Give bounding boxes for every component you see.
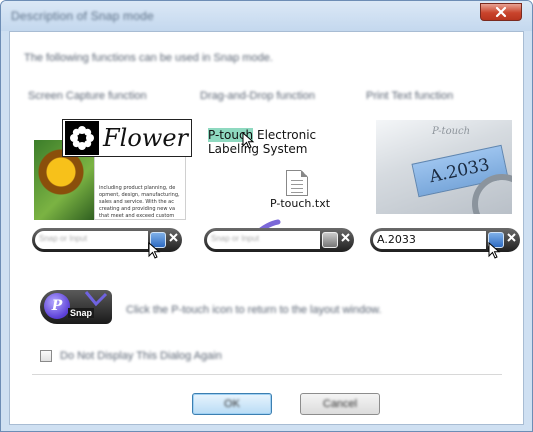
close-icon — [495, 6, 507, 18]
do-not-display-label: Do Not Display This Dialog Again — [60, 350, 222, 362]
snap-icon-label: Snap — [68, 308, 95, 318]
ok-button-label: OK — [224, 398, 240, 410]
cancel-button[interactable]: Cancel — [300, 393, 380, 415]
snap-mode-dialog: Description of Snap mode The following f… — [0, 0, 533, 432]
heading-screen-capture: Screen Capture function — [28, 90, 147, 102]
snap-input[interactable]: A.2033 — [373, 231, 486, 249]
divider — [32, 374, 502, 375]
close-icon[interactable] — [168, 232, 179, 243]
label-printer-photo: P-touch A.2033 — [376, 120, 512, 214]
doc-line: sales and service. With the ac — [99, 199, 174, 205]
flower-word: Flower — [103, 124, 188, 152]
close-button[interactable] — [480, 3, 522, 21]
do-not-display-checkbox[interactable] — [40, 350, 52, 362]
cancel-button-label: Cancel — [322, 398, 358, 410]
mouse-cursor-icon — [488, 242, 501, 259]
ok-button[interactable]: OK — [192, 393, 272, 415]
sample-line2: Labeling System — [208, 142, 308, 156]
title-bar[interactable]: Description of Snap mode — [1, 1, 532, 31]
heading-drag-and-drop: Drag-and-Drop function — [200, 90, 315, 102]
snap-input-value: A.2033 — [377, 233, 416, 246]
doc-line: creating and providing new va — [99, 206, 176, 212]
doc-line: opment, design, manufacturing, — [99, 192, 180, 198]
dragdrop-text-sample: P-touch Electronic Labeling System — [208, 128, 316, 156]
heading-print-text: Print Text function — [366, 90, 454, 102]
sample-line1-rest: Electronic — [253, 128, 317, 142]
snap-bar-dragdrop: Snap or Input — [204, 228, 354, 252]
print-button[interactable] — [322, 232, 338, 248]
intro-text: The following functions can be used in S… — [24, 52, 273, 64]
doc-line: that meet and exceed custom — [99, 213, 175, 219]
snap-input[interactable]: Snap or Input — [35, 231, 148, 249]
ptouch-p-icon: P — [44, 293, 70, 319]
mouse-cursor-icon — [148, 242, 161, 259]
text-file-name: P-touch.txt — [270, 197, 331, 210]
text-file-icon — [286, 170, 308, 196]
close-icon[interactable] — [340, 232, 351, 243]
snap-input-placeholder: Snap or Input — [39, 234, 88, 243]
snap-icon-description: Click the P-touch icon to return to the … — [126, 304, 382, 316]
ptouch-brand: P-touch — [432, 126, 471, 137]
doc-line: including product planning, de — [99, 185, 176, 191]
dialog-body: The following functions can be used in S… — [9, 31, 524, 425]
mouse-cursor-icon — [242, 132, 255, 149]
snap-mode-icon[interactable]: P Snap — [40, 290, 112, 324]
snap-input-placeholder: Snap or Input — [211, 234, 260, 243]
window-title: Description of Snap mode — [11, 9, 154, 23]
close-icon[interactable] — [506, 232, 517, 243]
snap-input[interactable]: Snap or Input — [207, 231, 320, 249]
flower-banner: Flower — [62, 119, 192, 157]
flower-logo-icon — [65, 121, 99, 155]
